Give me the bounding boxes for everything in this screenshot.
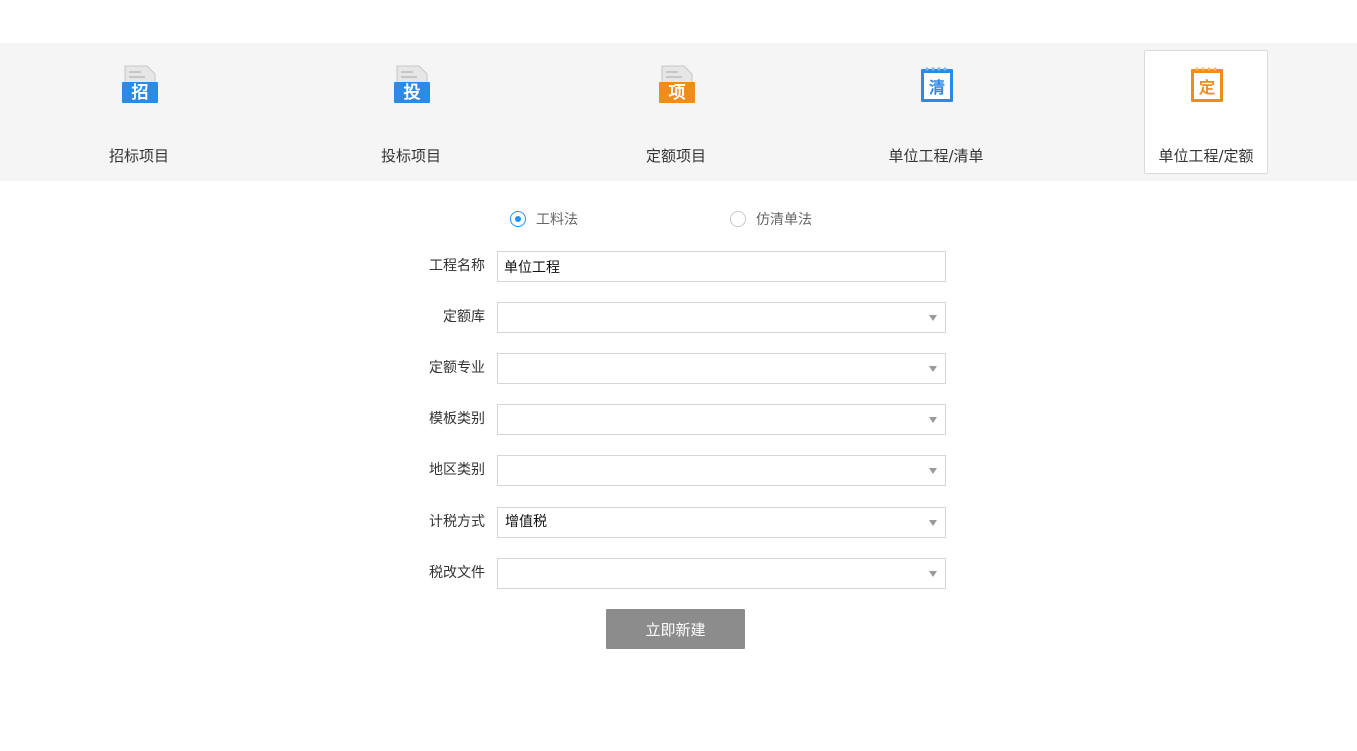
tab-label: 单位工程/清单 (888, 147, 984, 165)
tab-tender-project[interactable]: 招 招标项目 (77, 50, 201, 174)
field-label: 计税方式 (429, 514, 485, 530)
svg-text:项: 项 (669, 83, 686, 103)
tab-label: 定额项目 (645, 147, 706, 165)
tax-file-row: 税改文件 (380, 558, 946, 589)
field-label: 地区类别 (429, 462, 485, 478)
tab-label: 投标项目 (380, 147, 441, 165)
field-label: 定额专业 (429, 360, 485, 376)
field-label: 工程名称 (429, 258, 485, 274)
region-type-row: 地区类别 (380, 455, 946, 486)
project-name-input[interactable] (497, 251, 946, 282)
dropdown-arrow-icon (929, 520, 937, 526)
method-radio-group: 工料法 仿清单法 (0, 208, 1357, 230)
tax-file-select[interactable] (497, 558, 946, 589)
field-label: 定额库 (443, 309, 485, 325)
radio-labor-material[interactable]: 工料法 (510, 208, 578, 230)
svg-text:定: 定 (1198, 78, 1215, 97)
quota-lib-select[interactable] (497, 302, 946, 333)
field-label: 税改文件 (429, 565, 485, 581)
template-type-select[interactable] (497, 404, 946, 435)
field-label: 模板类别 (429, 411, 485, 427)
bill-notebook-icon: 清 (921, 67, 953, 102)
radio-checked-icon (510, 211, 526, 227)
quota-major-select[interactable] (497, 353, 946, 384)
quota-notebook-icon: 定 (1191, 67, 1223, 102)
dropdown-arrow-icon (929, 468, 937, 474)
quota-lib-row: 定额库 (380, 302, 946, 333)
radio-label: 仿清单法 (756, 212, 812, 228)
tender-doc-icon: 招 (122, 65, 158, 103)
project-name-row: 工程名称 (380, 251, 946, 282)
svg-text:招: 招 (132, 82, 149, 103)
dropdown-arrow-icon (929, 417, 937, 423)
dropdown-arrow-icon (929, 315, 937, 321)
tab-bid-project[interactable]: 投 投标项目 (349, 50, 473, 174)
quota-major-row: 定额专业 (380, 353, 946, 384)
radio-label: 工料法 (536, 212, 578, 228)
quota-doc-icon: 项 (659, 65, 695, 103)
select-value: 增值税 (505, 514, 547, 530)
tab-quota-project[interactable]: 项 定额项目 (614, 50, 738, 174)
svg-text:投: 投 (404, 82, 421, 103)
tax-method-row: 计税方式 增值税 (380, 507, 946, 538)
tax-method-select[interactable]: 增值税 (497, 507, 946, 538)
svg-text:清: 清 (929, 78, 945, 97)
dropdown-arrow-icon (929, 571, 937, 577)
project-type-bar: 招 招标项目 投 投标项目 项 定额项目 清 单位工程/清单 定 单位工程/定额 (0, 43, 1357, 181)
bid-doc-icon: 投 (394, 65, 430, 103)
tab-label: 单位工程/定额 (1158, 147, 1254, 165)
tab-unit-quota[interactable]: 定 单位工程/定额 (1144, 50, 1268, 174)
region-type-select[interactable] (497, 455, 946, 486)
radio-quasi-bill[interactable]: 仿清单法 (730, 208, 812, 230)
tab-unit-bill[interactable]: 清 单位工程/清单 (874, 50, 998, 174)
radio-unchecked-icon (730, 211, 746, 227)
dropdown-arrow-icon (929, 366, 937, 372)
create-now-button[interactable]: 立即新建 (606, 609, 745, 649)
template-type-row: 模板类别 (380, 404, 946, 435)
tab-label: 招标项目 (108, 147, 169, 165)
